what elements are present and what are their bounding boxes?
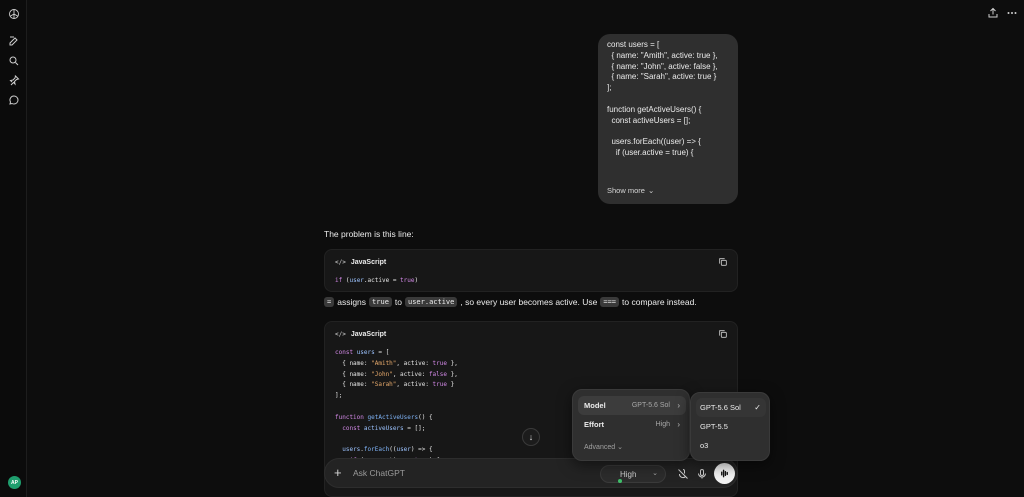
explanation-text: to compare instead. — [622, 297, 697, 307]
sidebar: AP — [0, 0, 27, 497]
chevron-down-icon: ⌄ — [652, 470, 658, 477]
inline-code: user.active — [405, 297, 458, 307]
assistant-intro-text: The problem is this line: — [324, 229, 414, 239]
chevron-down-icon: ⌄ — [617, 444, 623, 451]
status-dot — [618, 479, 622, 483]
openai-logo-icon[interactable] — [8, 8, 20, 20]
arrow-down-icon: ↓ — [528, 432, 534, 442]
menu-item-value: High — [655, 421, 670, 428]
code-block-1: </> JavaScript if (user.active = true) — [324, 249, 738, 292]
explanation-text: assigns — [337, 297, 367, 307]
code-icon: </> — [335, 258, 346, 266]
menu-item-label: Effort — [584, 420, 604, 429]
inline-code: true — [369, 297, 392, 307]
show-more-label: Show more — [607, 186, 645, 195]
menu-item-advanced[interactable]: Advanced ⌄ — [584, 443, 623, 451]
menu-item-value: GPT-5.6 Sol — [631, 402, 670, 409]
menu-item-label: Model — [584, 401, 606, 410]
code-language-label: JavaScript — [350, 258, 387, 266]
chat-input[interactable]: Ask ChatGPT — [353, 468, 405, 478]
menu-item-model[interactable]: Model GPT-5.6 Sol › — [578, 396, 686, 415]
model-option-gpt-5-5[interactable]: GPT-5.5 — [696, 417, 766, 436]
inline-code: = — [324, 297, 335, 307]
explanation-text: to — [394, 297, 402, 307]
code-block-1-body: if (user.active = true) — [335, 277, 419, 284]
search-icon[interactable] — [8, 55, 20, 67]
inline-code: === — [600, 297, 620, 307]
model-option-label: GPT-5.6 Sol — [700, 403, 741, 412]
microphone-icon[interactable] — [696, 468, 708, 480]
plus-icon[interactable]: + — [334, 465, 342, 481]
model-submenu: GPT-5.6 Sol ✓ GPT-5.5 o3 — [690, 392, 770, 461]
effort-label: High — [620, 469, 637, 479]
menu-item-effort[interactable]: Effort High › — [578, 415, 686, 434]
menu-item-label: Advanced — [584, 444, 616, 451]
model-option-gpt-5-6-sol[interactable]: GPT-5.6 Sol ✓ — [696, 398, 766, 417]
model-option-label: o3 — [700, 441, 709, 450]
code-block-header: </> JavaScript — [325, 322, 737, 346]
composer: + Ask ChatGPT High ⌄ — [324, 458, 738, 488]
copy-icon[interactable] — [718, 257, 728, 267]
scroll-down-button[interactable]: ↓ — [522, 428, 540, 446]
more-options-icon[interactable] — [1006, 7, 1018, 19]
chevron-right-icon: › — [677, 401, 680, 410]
dictation-off-icon[interactable] — [677, 468, 689, 480]
explanation-text: , so every user becomes active. Use — [460, 297, 598, 307]
new-chat-icon[interactable] — [8, 35, 20, 47]
voice-mode-button[interactable] — [714, 463, 735, 484]
chevron-right-icon: › — [677, 420, 680, 429]
code-language-label: JavaScript — [350, 330, 387, 338]
model-menu: Model GPT-5.6 Sol › Effort High › Advanc… — [572, 389, 690, 461]
show-more-button[interactable]: Show more ⌄ — [607, 186, 654, 195]
explanation-line: = assigns true to user.active , so every… — [324, 297, 697, 307]
chat-bubble-icon[interactable] — [8, 94, 20, 106]
pin-icon[interactable] — [8, 74, 20, 86]
avatar[interactable]: AP — [8, 476, 21, 489]
copy-icon[interactable] — [718, 329, 728, 339]
code-block-header: </> JavaScript — [325, 250, 737, 274]
chevron-down-icon: ⌄ — [647, 186, 655, 195]
model-option-label: GPT-5.5 — [700, 422, 728, 431]
effort-selector[interactable]: High ⌄ — [600, 465, 666, 483]
user-message-text: const users = [ { name: "Amith", active:… — [607, 40, 729, 180]
code-icon: </> — [335, 330, 346, 338]
user-message-bubble: const users = [ { name: "Amith", active:… — [598, 34, 738, 204]
model-option-o3[interactable]: o3 — [696, 436, 766, 455]
check-icon: ✓ — [754, 403, 761, 412]
share-icon[interactable] — [987, 7, 999, 19]
waveform-icon — [721, 469, 728, 478]
